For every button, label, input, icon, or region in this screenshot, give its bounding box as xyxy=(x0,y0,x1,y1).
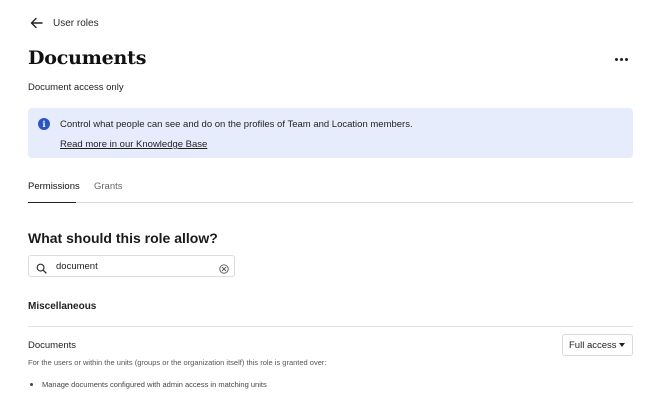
more-options-button[interactable] xyxy=(611,52,631,66)
back-arrow-icon[interactable] xyxy=(28,15,44,31)
access-level-value: Full access xyxy=(569,339,617,351)
search-input[interactable] xyxy=(56,259,216,274)
breadcrumb: User roles xyxy=(28,15,99,31)
page-title: Documents xyxy=(28,47,147,69)
permission-name: Documents xyxy=(28,340,77,351)
back-link[interactable]: User roles xyxy=(53,18,99,29)
banner-message: Control what people can see and do on th… xyxy=(60,119,413,130)
bullet-icon xyxy=(30,383,33,386)
access-level-select[interactable]: Full access xyxy=(562,334,633,356)
tab-bar: Permissions Grants xyxy=(28,181,633,203)
tab-grants[interactable]: Grants xyxy=(94,181,123,203)
divider xyxy=(28,326,633,327)
page-subtitle: Document access only xyxy=(28,82,124,93)
info-banner: i Control what people can see and do on … xyxy=(28,108,633,158)
list-item: Manage documents configured with admin a… xyxy=(30,380,267,389)
knowledge-base-link[interactable]: Read more in our Knowledge Base xyxy=(60,139,207,150)
tab-permissions[interactable]: Permissions xyxy=(28,181,80,203)
group-title: Miscellaneous xyxy=(28,301,97,312)
more-horizontal-icon xyxy=(614,57,618,61)
permission-bullet: Manage documents configured with admin a… xyxy=(42,380,267,389)
caret-down-icon xyxy=(619,343,625,347)
permission-search xyxy=(28,255,235,277)
clear-icon[interactable] xyxy=(219,261,229,274)
search-icon xyxy=(36,261,47,274)
info-icon: i xyxy=(38,118,50,130)
section-heading: What should this role allow? xyxy=(28,230,218,246)
permission-description: For the users or within the units (group… xyxy=(28,358,327,367)
